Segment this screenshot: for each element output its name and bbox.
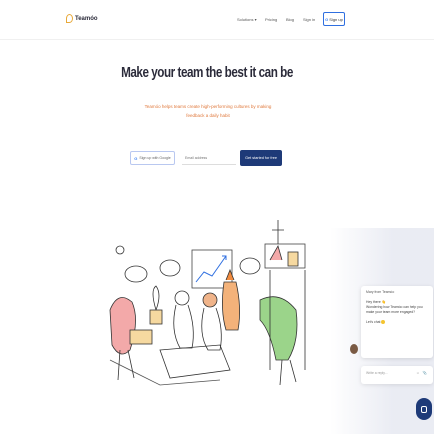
signup-button[interactable]: G Sign up (323, 12, 345, 26)
hero-subtitle-line1: Teamóo helps teams create high-performin… (144, 104, 272, 109)
hero-subtitle-line2: feedback a daily habit (186, 113, 230, 118)
site-header: Teamóo Solutions ▾ Pricing Blog Sign in … (0, 0, 434, 40)
signup-label: Sign up (329, 16, 343, 22)
agent-avatar (350, 344, 358, 354)
google-signup-button[interactable]: G Sign up with Google (130, 151, 175, 165)
google-icon: G (134, 155, 138, 161)
logo-text: Teamóo (75, 15, 98, 22)
chat-message-card[interactable]: Mary from Teamóo Hey there 👋 Wondering h… (361, 286, 433, 358)
chat-line-3: make your team more engaged? (366, 310, 416, 314)
chat-bubble-icon (421, 405, 427, 413)
chat-sign-text: Let's chat (366, 320, 381, 324)
logo[interactable]: Teamóo (66, 14, 98, 23)
emoji-attach-icons[interactable]: ☺ 📎 (416, 371, 428, 375)
nav-item-blog[interactable]: Blog (286, 17, 294, 22)
chat-sign: Let's chat (366, 320, 428, 325)
signup-form: G Sign up with Google Get started for fr… (130, 150, 284, 166)
chat-sender: Mary from Teamóo (366, 290, 395, 294)
team-illustration (109, 220, 306, 386)
nav-item-pricing[interactable]: Pricing (265, 17, 277, 22)
email-field[interactable] (182, 151, 236, 165)
nav-item-signin[interactable]: Sign in (303, 17, 315, 22)
hero-subtitle: Teamóo helps teams create high-performin… (130, 102, 286, 120)
chat-reply-placeholder: Write a reply... (366, 371, 388, 375)
get-started-button[interactable]: Get started for free (240, 150, 282, 166)
chevron-down-icon: ▾ (253, 17, 257, 22)
google-icon: G (325, 16, 329, 22)
chat-reply-box[interactable]: Write a reply... ☺ 📎 (361, 366, 433, 384)
nav-item-solutions[interactable]: Solutions ▾ (237, 17, 257, 22)
hero-title: Make your team the best it can be (121, 64, 293, 81)
logo-icon (66, 14, 73, 23)
smile-emoji-icon (381, 320, 386, 325)
google-signup-label: Sign up with Google (139, 156, 171, 160)
chat-launcher-button[interactable] (416, 398, 432, 420)
